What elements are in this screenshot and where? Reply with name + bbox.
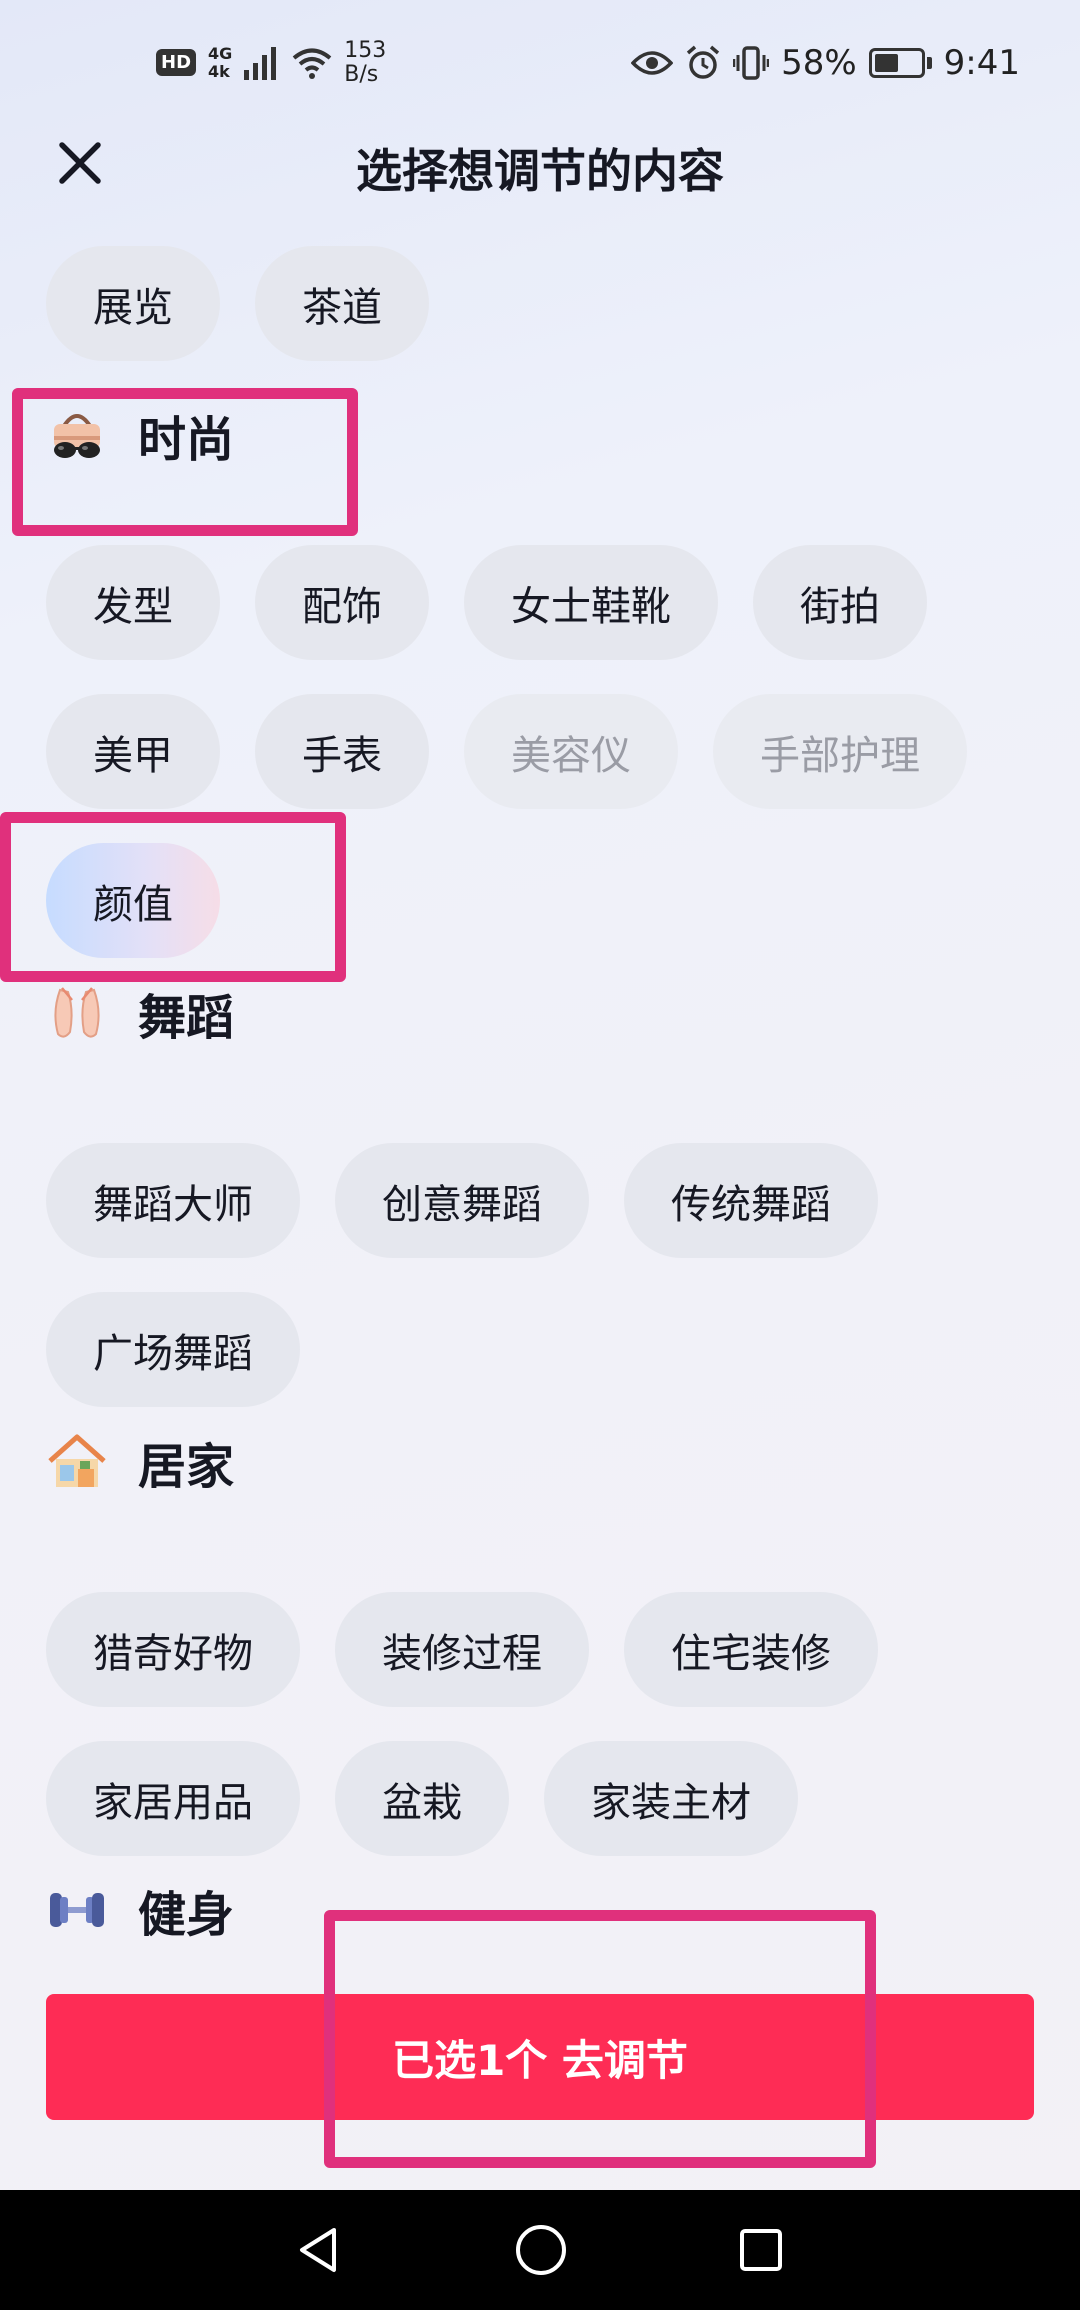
- chip-hand-care[interactable]: 手部护理: [713, 694, 967, 809]
- hd-badge: HD: [156, 49, 197, 76]
- wifi-icon: [292, 47, 332, 79]
- fashion-chip-row-2: 美甲 手表 美容仪 手部护理: [46, 694, 967, 809]
- chip-street-snap[interactable]: 街拍: [753, 545, 927, 660]
- home-chip-row-1: 猎奇好物 装修过程 住宅装修: [46, 1592, 878, 1707]
- dance-chip-row-2: 广场舞蹈: [46, 1292, 300, 1407]
- chip-beauty-device[interactable]: 美容仪: [464, 694, 678, 809]
- status-bar: HD 4G 4k 153 B/s 58% 9:41: [0, 0, 1080, 125]
- section-fitness-header: 健身: [46, 1875, 234, 1945]
- house-icon: [46, 1431, 108, 1493]
- chip-nail-art[interactable]: 美甲: [46, 694, 220, 809]
- battery-percent: 58%: [781, 42, 857, 83]
- chip-exhibition[interactable]: 展览: [46, 246, 220, 361]
- section-dance-title: 舞蹈: [138, 990, 235, 1046]
- speed-value: 153: [344, 37, 387, 63]
- battery-icon: [868, 47, 932, 78]
- system-nav-bar: [0, 2190, 1080, 2310]
- eye-icon: [631, 49, 674, 77]
- signal-icon: [244, 46, 280, 80]
- interest-list[interactable]: 展览 茶道 时尚 发型 配饰 女士鞋靴 街拍 美甲 手表 美容仪 手部护理 颜值…: [0, 240, 1080, 1970]
- chip-potted-plants[interactable]: 盆栽: [335, 1741, 509, 1856]
- back-triangle-icon[interactable]: [294, 2224, 346, 2276]
- alarm-icon: [685, 45, 721, 81]
- dumbbell-icon: [46, 1879, 108, 1941]
- dance-chip-row-1: 舞蹈大师 创意舞蹈 传统舞蹈: [46, 1143, 878, 1258]
- network-indicator: 4G 4k: [208, 43, 233, 81]
- header: 选择想调节的内容: [0, 125, 1080, 205]
- chip-house-renovation[interactable]: 住宅装修: [624, 1592, 878, 1707]
- status-right: 58% 9:41: [631, 43, 1020, 83]
- sunglasses-handbag-icon: [46, 404, 108, 466]
- chip-looks-selected[interactable]: 颜值: [46, 843, 220, 958]
- chip-accessories[interactable]: 配饰: [255, 545, 429, 660]
- section-home-header: 居家: [46, 1427, 234, 1497]
- recents-square-icon[interactable]: [736, 2225, 786, 2275]
- chip-traditional-dance[interactable]: 传统舞蹈: [624, 1143, 878, 1258]
- chip-dance-master[interactable]: 舞蹈大师: [46, 1143, 300, 1258]
- clock: 9:41: [943, 42, 1020, 83]
- chip-building-materials[interactable]: 家装主材: [544, 1741, 798, 1856]
- section-fashion-header: 时尚: [46, 400, 234, 470]
- chip-hairstyle[interactable]: 发型: [46, 545, 220, 660]
- fashion-chip-row-1: 发型 配饰 女士鞋靴 街拍: [46, 545, 927, 660]
- section-home-title: 居家: [138, 1439, 235, 1495]
- home-circle-icon[interactable]: [513, 2222, 569, 2278]
- network-sub-label: 4k: [208, 61, 230, 81]
- chip-home-goods[interactable]: 家居用品: [46, 1741, 300, 1856]
- vibrate-icon: [733, 45, 770, 80]
- status-left: HD 4G 4k 153 B/s: [156, 37, 387, 87]
- chip-curious-goods[interactable]: 猎奇好物: [46, 1592, 300, 1707]
- ballet-shoes-icon: [46, 982, 108, 1044]
- network-speed: 153 B/s: [344, 37, 387, 87]
- chip-watch[interactable]: 手表: [255, 694, 429, 809]
- network-label: 4G: [208, 43, 233, 63]
- chip-womens-shoes[interactable]: 女士鞋靴: [464, 545, 718, 660]
- section-dance-header: 舞蹈: [46, 978, 234, 1048]
- page-title: 选择想调节的内容: [356, 144, 724, 198]
- top-chip-row: 展览 茶道: [46, 246, 429, 361]
- chip-renovation-process[interactable]: 装修过程: [335, 1592, 589, 1707]
- section-fitness-title: 健身: [138, 1887, 235, 1943]
- section-fashion-title: 时尚: [138, 412, 235, 468]
- chip-tea-ceremony[interactable]: 茶道: [255, 246, 429, 361]
- home-chip-row-2: 家居用品 盆栽 家装主材: [46, 1741, 798, 1856]
- fashion-chip-row-3: 颜值: [46, 843, 220, 958]
- confirm-adjust-button[interactable]: 已选1个 去调节: [46, 1994, 1034, 2120]
- chip-creative-dance[interactable]: 创意舞蹈: [335, 1143, 589, 1258]
- chip-square-dance[interactable]: 广场舞蹈: [46, 1292, 300, 1407]
- speed-unit: B/s: [344, 61, 379, 87]
